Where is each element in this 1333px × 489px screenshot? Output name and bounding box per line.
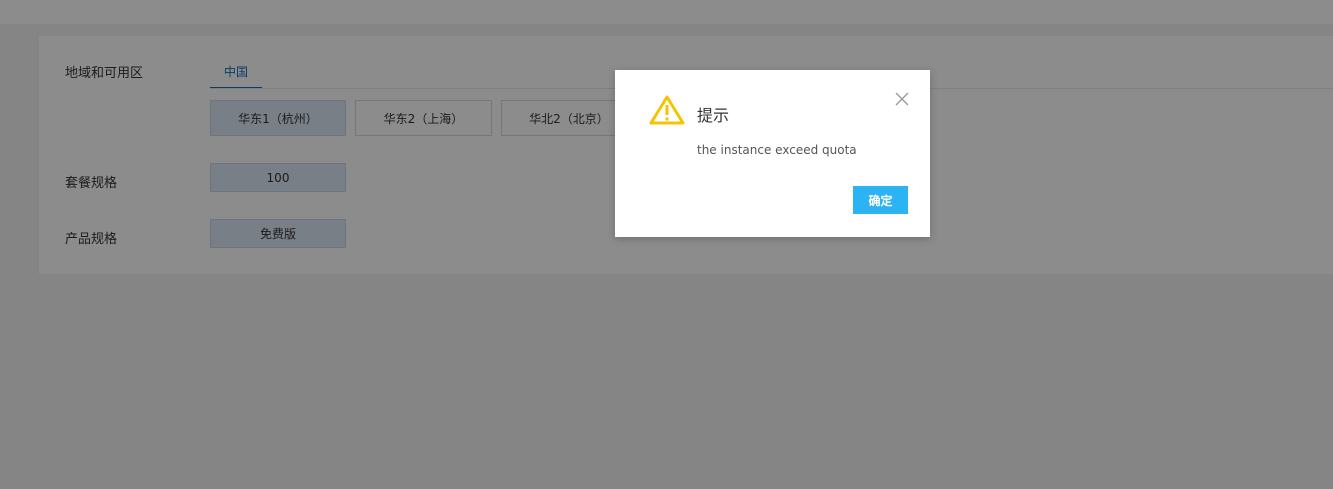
alert-dialog: 提示 the instance exceed quota 确定: [615, 70, 930, 237]
dialog-message: the instance exceed quota: [697, 143, 857, 157]
warning-triangle-icon: [649, 95, 685, 125]
confirm-button[interactable]: 确定: [853, 186, 908, 214]
close-icon[interactable]: [894, 91, 910, 107]
dialog-title: 提示: [697, 106, 730, 125]
